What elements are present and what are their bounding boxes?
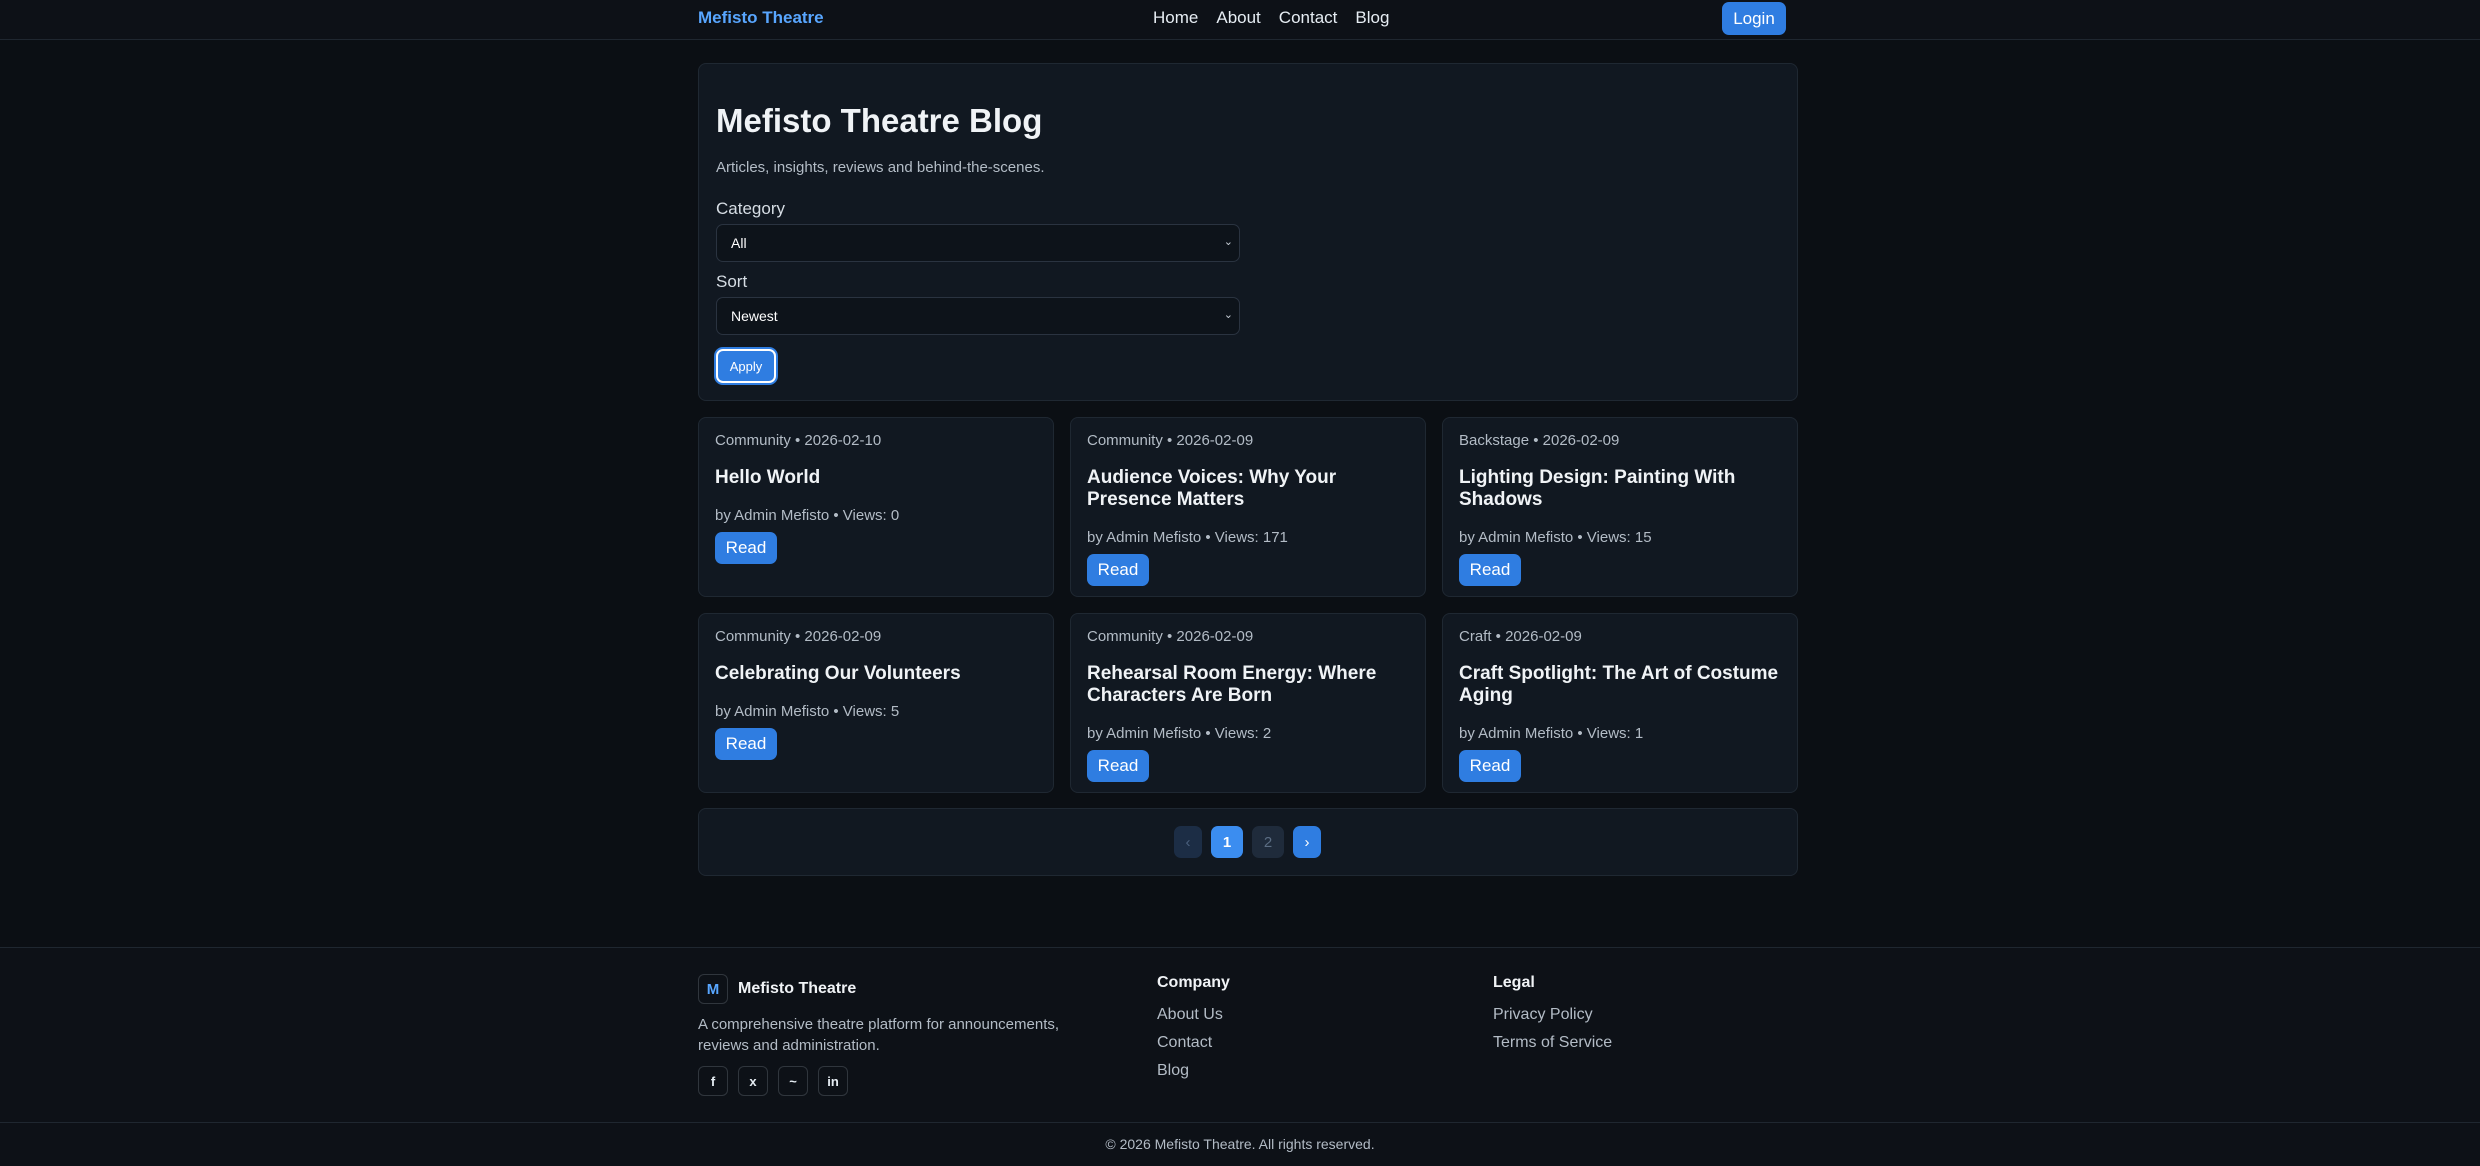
post-author: by Admin Mefisto • Views: 15 <box>1459 529 1652 546</box>
apply-button[interactable]: Apply <box>716 349 776 383</box>
post-card: Community • 2026-02-10 Hello World by Ad… <box>698 417 1054 597</box>
post-card: Community • 2026-02-09 Rehearsal Room En… <box>1070 613 1426 793</box>
post-meta: Community • 2026-02-09 <box>1087 432 1254 449</box>
copyright-text: © 2026 Mefisto Theatre. All rights reser… <box>1105 1136 1375 1152</box>
footer-terms-link[interactable]: Terms of Service <box>1493 1034 1612 1052</box>
prev-page-button[interactable]: ‹ <box>1174 826 1202 858</box>
footer-blog-link[interactable]: Blog <box>1157 1062 1189 1080</box>
category-select[interactable]: All ⌄ <box>716 224 1240 262</box>
nav-home-link[interactable]: Home <box>1153 8 1198 28</box>
footer-contact-link[interactable]: Contact <box>1157 1034 1212 1052</box>
read-button[interactable]: Read <box>1459 554 1521 586</box>
sort-label: Sort <box>716 272 748 291</box>
next-page-button[interactable]: › <box>1293 826 1321 858</box>
login-button[interactable]: Login <box>1722 2 1786 35</box>
top-navbar: Mefisto Theatre Home About Contact Blog … <box>0 0 2480 40</box>
pagination: ‹ 1 2 › <box>698 808 1798 876</box>
post-author: by Admin Mefisto • Views: 5 <box>715 703 900 720</box>
footer-company-heading: Company <box>1157 974 1230 991</box>
post-meta: Community • 2026-02-09 <box>715 628 882 645</box>
chevron-down-icon: ⌄ <box>1223 236 1233 248</box>
category-select-value: All <box>731 235 747 251</box>
read-button[interactable]: Read <box>1087 750 1149 782</box>
post-title[interactable]: Audience Voices: Why Your Presence Matte… <box>1087 467 1407 511</box>
brand-link[interactable]: Mefisto Theatre <box>698 8 824 28</box>
post-card: Backstage • 2026-02-09 Lighting Design: … <box>1442 417 1798 597</box>
nav-contact-link[interactable]: Contact <box>1279 8 1338 28</box>
read-button[interactable]: Read <box>715 532 777 564</box>
post-title[interactable]: Lighting Design: Painting With Shadows <box>1459 467 1779 511</box>
post-author: by Admin Mefisto • Views: 0 <box>715 507 900 524</box>
post-meta: Craft • 2026-02-09 <box>1459 628 1582 645</box>
post-card: Community • 2026-02-09 Celebrating Our V… <box>698 613 1054 793</box>
nav-blog-link[interactable]: Blog <box>1355 8 1389 28</box>
footer-brand: Mefisto Theatre <box>738 980 857 997</box>
footer-about-link[interactable]: About Us <box>1157 1006 1223 1024</box>
blog-header-panel: Mefisto Theatre Blog Articles, insights,… <box>698 63 1798 401</box>
footer-description: A comprehensive theatre platform for ann… <box>698 1016 1060 1054</box>
site-footer: M Mefisto Theatre A comprehensive theatr… <box>0 947 2480 1166</box>
wave-icon[interactable]: ~ <box>778 1066 808 1096</box>
linkedin-icon[interactable]: in <box>818 1066 848 1096</box>
read-button[interactable]: Read <box>715 728 777 760</box>
logo-icon: M <box>698 974 728 1004</box>
post-title[interactable]: Rehearsal Room Energy: Where Characters … <box>1087 663 1407 707</box>
post-author: by Admin Mefisto • Views: 2 <box>1087 725 1272 742</box>
page-1-button[interactable]: 1 <box>1211 826 1243 858</box>
post-title[interactable]: Hello World <box>715 467 1035 489</box>
page-subtitle: Articles, insights, reviews and behind-t… <box>716 159 1045 176</box>
nav-links: Home About Contact Blog <box>1153 8 1407 28</box>
chevron-down-icon: ⌄ <box>1223 309 1233 321</box>
page-title: Mefisto Theatre Blog <box>716 102 1043 139</box>
x-twitter-icon[interactable]: x <box>738 1066 768 1096</box>
footer-divider <box>0 1122 2480 1123</box>
sort-select[interactable]: Newest ⌄ <box>716 297 1240 335</box>
page-2-button[interactable]: 2 <box>1252 826 1284 858</box>
sort-select-value: Newest <box>731 308 778 324</box>
read-button[interactable]: Read <box>1459 750 1521 782</box>
post-author: by Admin Mefisto • Views: 1 <box>1459 725 1644 742</box>
footer-legal-heading: Legal <box>1493 974 1535 991</box>
post-title[interactable]: Celebrating Our Volunteers <box>715 663 1035 685</box>
category-label: Category <box>716 199 785 218</box>
post-meta: Backstage • 2026-02-09 <box>1459 432 1620 449</box>
post-title[interactable]: Craft Spotlight: The Art of Costume Agin… <box>1459 663 1779 707</box>
read-button[interactable]: Read <box>1087 554 1149 586</box>
post-meta: Community • 2026-02-10 <box>715 432 882 449</box>
nav-about-link[interactable]: About <box>1216 8 1260 28</box>
facebook-icon[interactable]: f <box>698 1066 728 1096</box>
footer-privacy-link[interactable]: Privacy Policy <box>1493 1006 1593 1024</box>
post-card: Craft • 2026-02-09 Craft Spotlight: The … <box>1442 613 1798 793</box>
post-author: by Admin Mefisto • Views: 171 <box>1087 529 1288 546</box>
post-card: Community • 2026-02-09 Audience Voices: … <box>1070 417 1426 597</box>
post-meta: Community • 2026-02-09 <box>1087 628 1254 645</box>
